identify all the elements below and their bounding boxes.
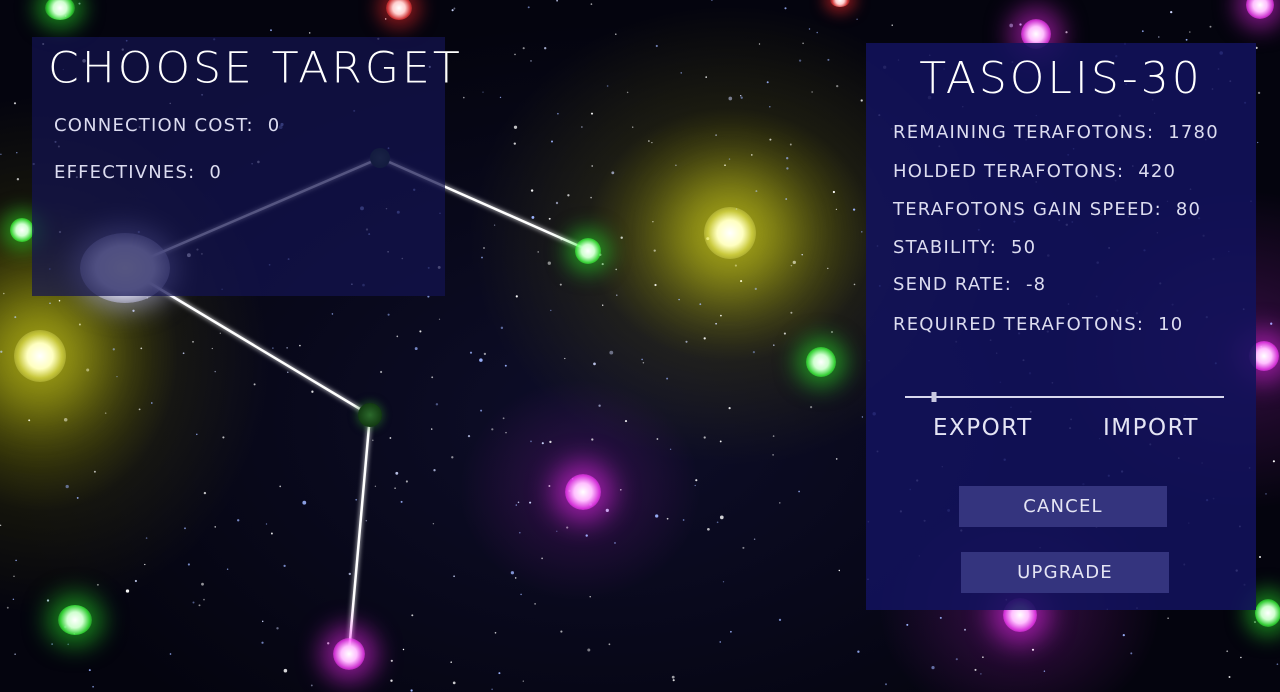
connection-cost-label: CONNECTION COST:	[54, 115, 254, 136]
star-magenta[interactable]	[333, 638, 365, 670]
connection-cost-value: 0	[267, 115, 281, 136]
send-rate-slider[interactable]	[905, 392, 1224, 402]
stat-row: STABILITY: 50	[893, 237, 1036, 258]
stat-row: SEND RATE: -8	[893, 274, 1046, 295]
stat-value: 420	[1138, 161, 1177, 182]
stat-row: REMAINING TERAFOTONS: 1780	[893, 122, 1219, 143]
stat-row: REQUIRED TERAFOTONS: 10	[893, 314, 1183, 335]
panel-title: CHOOSE TARGET	[48, 43, 463, 94]
stat-value: -8	[1025, 274, 1047, 295]
stat-row: TERAFOTONS GAIN SPEED: 80	[893, 199, 1201, 220]
stat-label: REMAINING TERAFOTONS:	[893, 122, 1155, 143]
star-green[interactable]	[58, 605, 92, 635]
stat-value: 10	[1158, 314, 1184, 335]
export-label[interactable]: EXPORT	[933, 415, 1033, 441]
stat-row: HOLDED TERAFOTONS: 420	[893, 161, 1176, 182]
stat-value: 1780	[1168, 122, 1219, 143]
star-yellow[interactable]	[704, 207, 756, 259]
stat-label: HOLDED TERAFOTONS:	[893, 161, 1125, 182]
connection-cost-row: CONNECTION COST: 0	[54, 115, 280, 136]
stat-value: 50	[1011, 237, 1037, 258]
choose-target-panel: CHOOSE TARGET CONNECTION COST: 0 EFFECTIV…	[32, 37, 460, 296]
stat-label: TERAFOTONS GAIN SPEED:	[893, 199, 1162, 220]
star-magenta[interactable]	[565, 474, 601, 510]
import-label[interactable]: IMPORT	[1103, 415, 1199, 441]
planet-info-panel: TASOLIS-30 REMAINING TERAFOTONS: 1780 HOL…	[866, 43, 1256, 610]
cancel-button[interactable]: CANCEL	[959, 486, 1167, 527]
star-green[interactable]	[10, 218, 34, 242]
star-yellow[interactable]	[14, 330, 66, 382]
slider-handle[interactable]	[931, 392, 937, 402]
effectiveness-row: EFFECTIVNES: 0	[54, 162, 222, 183]
connection-beam	[347, 414, 372, 653]
star-green[interactable]	[1255, 599, 1280, 627]
star-green[interactable]	[575, 238, 601, 264]
stat-label: STABILITY:	[893, 237, 997, 258]
planet-name: TASOLIS-30	[919, 53, 1203, 104]
effectiveness-label: EFFECTIVNES:	[54, 162, 196, 183]
star-green[interactable]	[806, 347, 836, 377]
relay-node[interactable]	[358, 403, 382, 427]
stat-label: SEND RATE:	[893, 274, 1012, 295]
effectiveness-value: 0	[209, 162, 223, 183]
stat-value: 80	[1175, 199, 1202, 220]
upgrade-button[interactable]: UPGRADE	[961, 552, 1169, 593]
stat-label: REQUIRED TERAFOTONS:	[893, 314, 1145, 335]
